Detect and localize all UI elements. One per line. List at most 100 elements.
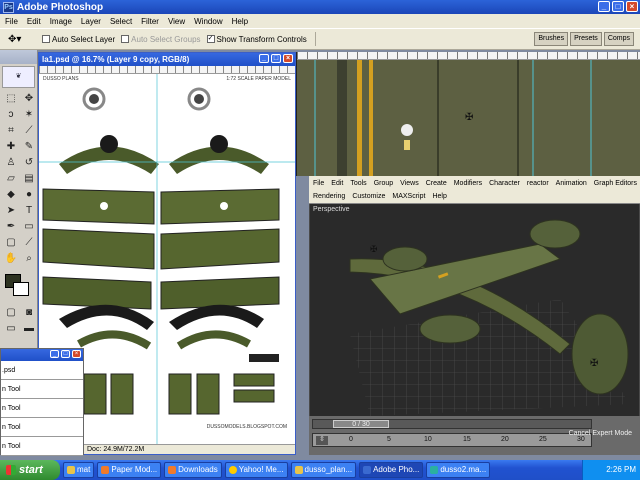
max-menu-edit[interactable]: Edit [331,180,343,187]
auto-select-groups-option[interactable]: Auto Select Groups [121,35,201,44]
max-menu-views[interactable]: Views [400,180,419,187]
standard-mode-icon[interactable]: ▢ [3,306,19,320]
layers-close-button[interactable]: × [72,350,81,358]
max-menu-file[interactable]: File [313,180,324,187]
path-selection-tool-icon[interactable]: ➤ [3,204,19,218]
close-button[interactable]: × [626,1,638,12]
max-menu-modifiers[interactable]: Modifiers [454,180,482,187]
layers-maximize-button[interactable]: □ [61,350,70,358]
svg-text:✠: ✠ [465,112,473,123]
sheet-footer: DUSSOMODELS.BLOGSPOT.COM [206,424,287,430]
maximize-button[interactable]: □ [612,1,624,12]
time-slider[interactable]: 0 / 30 [312,419,592,429]
eyedropper-tool-icon[interactable]: ⟋ [21,236,37,250]
menu-help[interactable]: Help [232,17,248,26]
list-item[interactable]: n Tool [1,418,83,437]
auto-select-groups-checkbox[interactable] [121,35,130,43]
max-menu-group[interactable]: Group [374,180,393,187]
menu-image[interactable]: Image [50,17,72,26]
taskbar-button-adobe-photoshop[interactable]: Adobe Pho... [359,462,424,478]
max-menu-rendering[interactable]: Rendering [313,193,345,200]
tab-comps[interactable]: Comps [603,32,634,46]
tab-presets[interactable]: Presets [570,32,602,46]
menu-edit[interactable]: Edit [27,17,41,26]
list-item[interactable]: n Tool [1,399,83,418]
taskbar-button-dusso-plan[interactable]: dusso_plan... [290,462,357,478]
layers-palette-header[interactable]: _ □ × [1,349,83,361]
background-color-swatch[interactable] [13,282,29,296]
pen-tool-icon[interactable]: ✒ [3,220,19,234]
doc-minimize-button[interactable]: _ [259,54,269,63]
lasso-tool-icon[interactable]: ↄ [3,108,19,122]
menu-file[interactable]: File [5,17,18,26]
doc-maximize-button[interactable]: □ [271,54,281,63]
auto-select-layer-option[interactable]: Auto Select Layer [42,35,115,44]
standard-screen-mode-icon[interactable]: ▭ [3,322,19,336]
clone-stamp-tool-icon[interactable]: ♙ [3,156,19,170]
show-transform-controls-checkbox[interactable]: ✓ [206,35,215,43]
list-item[interactable]: .psd [1,361,83,380]
gradient-tool-icon[interactable]: ▤ [21,172,37,186]
track-bar[interactable]: ⇳ 0 5 10 15 20 25 30 [312,433,592,447]
move-tool-icon[interactable]: ✥▾ [8,30,36,48]
clock[interactable]: 2:26 PM [606,465,636,474]
max-menu-create[interactable]: Create [426,180,447,187]
taskbar-button-downloads[interactable]: Downloads [164,462,222,478]
max-menu-reactor[interactable]: reactor [527,180,549,187]
list-item[interactable]: n Tool [1,380,83,399]
menu-window[interactable]: Window [194,17,222,26]
tools-palette-header[interactable] [0,50,37,64]
taskbar-button-label: dusso2.ma... [440,465,487,474]
marquee-tool-icon[interactable]: ⬚ [3,92,19,106]
max-menu-character[interactable]: Character [489,180,520,187]
max-menu-tools[interactable]: Tools [350,180,366,187]
zoom-tool-icon[interactable]: ⌕ [21,252,37,266]
track-bar-icon[interactable]: ⇳ [316,436,328,445]
healing-brush-tool-icon[interactable]: ✚ [3,140,19,154]
max-menu-maxscript[interactable]: MAXScript [392,193,425,200]
taskbar-button-3dsmax[interactable]: dusso2.ma... [426,462,491,478]
taskbar-button-paper-mod[interactable]: Paper Mod... [97,462,162,478]
taskbar-button-label: Yahoo! Me... [238,465,284,474]
document-title-bar[interactable]: la1.psd @ 16.7% (Layer 9 copy, RGB/8) _ … [39,53,295,66]
dodge-tool-icon[interactable]: ● [21,188,37,202]
cancel-expert-mode-button[interactable]: Cancel Expert Mode [569,430,632,437]
slice-tool-icon[interactable]: ⟋ [21,124,37,138]
menu-view[interactable]: View [168,17,185,26]
max-menu-customize[interactable]: Customize [352,193,385,200]
max-menu-help[interactable]: Help [432,193,446,200]
history-brush-tool-icon[interactable]: ↺ [21,156,37,170]
max-menu-graph-editors[interactable]: Graph Editors [594,180,637,187]
time-slider-knob[interactable]: 0 / 30 [333,420,389,428]
notes-tool-icon[interactable]: ▢ [3,236,19,250]
taskbar-button-yahoo[interactable]: Yahoo! Me... [224,462,288,478]
menu-filter[interactable]: Filter [141,17,159,26]
list-item[interactable]: n Tool [1,437,83,456]
full-screen-mode-icon[interactable]: ▬ [21,322,37,336]
minimize-button[interactable]: _ [598,1,610,12]
tab-brushes[interactable]: Brushes [534,32,569,46]
crop-tool-icon[interactable]: ⌗ [3,124,19,138]
type-tool-icon[interactable]: T [21,204,37,218]
taskbar-button-mat[interactable]: mat [63,462,95,478]
layers-minimize-button[interactable]: _ [50,350,59,358]
brush-tool-icon[interactable]: ✎ [21,140,37,154]
auto-select-layer-checkbox[interactable] [42,35,50,43]
hand-tool-icon[interactable]: ✋ [3,252,19,266]
eraser-tool-icon[interactable]: ▱ [3,172,19,186]
magic-wand-tool-icon[interactable]: ✶ [21,108,37,122]
show-transform-controls-option[interactable]: ✓ Show Transform Controls [206,35,307,44]
shape-tool-icon[interactable]: ▭ [21,220,37,234]
color-swatches [3,272,34,300]
menu-layer[interactable]: Layer [81,17,101,26]
max-menu-animation[interactable]: Animation [556,180,587,187]
move-tool-icon[interactable]: ✥ [21,92,37,106]
feather-logo-icon[interactable]: ❦ [2,66,35,88]
start-button[interactable]: start [0,460,60,480]
doc-close-button[interactable]: × [283,54,293,63]
quick-mask-mode-icon[interactable]: ◙ [21,306,37,320]
track-tick: 10 [424,436,432,443]
blur-tool-icon[interactable]: ◆ [3,188,19,202]
perspective-viewport[interactable]: ✠ ✠ Perspective [310,204,639,416]
menu-select[interactable]: Select [110,17,132,26]
